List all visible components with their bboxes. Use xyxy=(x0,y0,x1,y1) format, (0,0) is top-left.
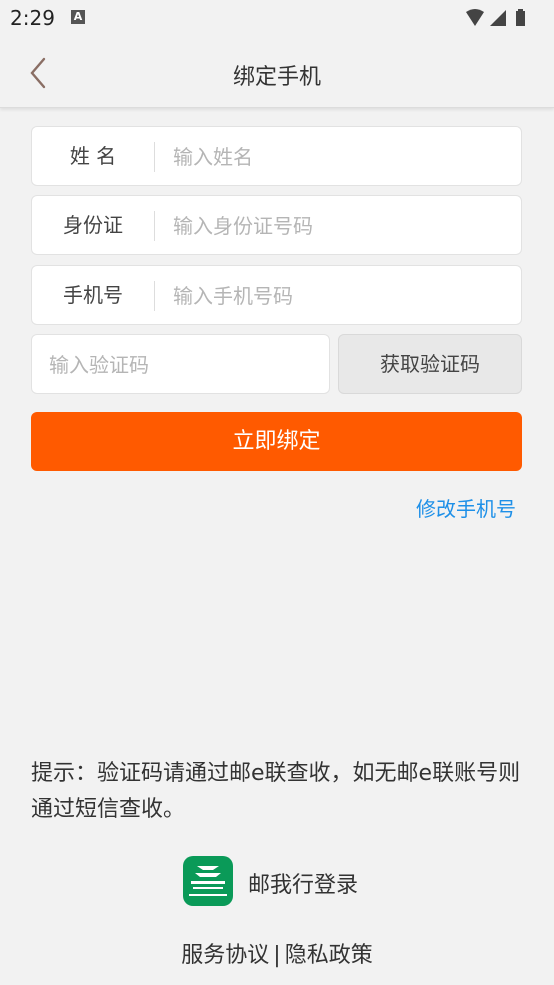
privacy-policy-link[interactable]: 隐私政策 xyxy=(283,943,375,968)
bind-now-button[interactable]: 立即绑定 xyxy=(31,412,522,471)
footer-separator: | xyxy=(273,943,281,968)
verification-code-input[interactable] xyxy=(47,335,321,395)
name-field: 姓 名 xyxy=(31,126,522,187)
footer-links: 服务协议 | 隐私政策 xyxy=(0,937,554,969)
phone-field: 手机号 xyxy=(31,265,522,326)
wifi-icon xyxy=(466,9,484,26)
divider xyxy=(154,281,155,311)
service-agreement-link[interactable]: 服务协议 xyxy=(179,943,271,968)
signal-icon xyxy=(490,10,506,26)
post-login-label: 邮我行登录 xyxy=(248,873,359,898)
name-label: 姓 名 xyxy=(69,144,117,168)
id-card-label: 身份证 xyxy=(63,213,123,237)
page-title: 绑定手机 xyxy=(232,65,321,90)
verification-code-field xyxy=(31,334,330,395)
id-card-field: 身份证 xyxy=(31,195,522,256)
status-time: 2:29 xyxy=(10,6,55,30)
name-input[interactable] xyxy=(171,127,515,187)
tip-text: 提示：验证码请通过邮e联查收，如无邮e联账号则通过短信查收。 xyxy=(31,761,521,822)
change-phone-link[interactable]: 修改手机号 xyxy=(416,493,516,522)
phone-input[interactable] xyxy=(171,266,515,326)
notification-a-icon: A xyxy=(71,10,85,24)
get-code-button[interactable]: 获取验证码 xyxy=(338,334,522,394)
divider xyxy=(154,211,155,241)
battery-icon xyxy=(516,9,525,26)
id-card-input[interactable] xyxy=(171,196,515,256)
phone-label: 手机号 xyxy=(63,283,123,307)
app-bar: 绑定手机 xyxy=(0,37,554,108)
china-post-logo-icon xyxy=(183,856,233,906)
divider xyxy=(154,142,155,172)
system-icons xyxy=(464,8,544,32)
status-bar: 2:29 A xyxy=(0,0,554,37)
